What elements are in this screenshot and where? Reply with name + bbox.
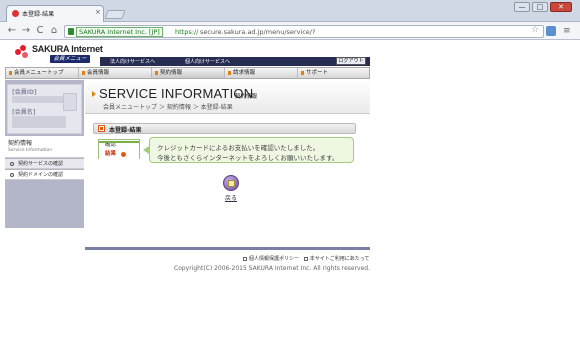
- section-title: 本登録-結果: [109, 127, 142, 134]
- arrow-icon: [82, 71, 85, 75]
- member-id-label: [会員ID]: [12, 89, 37, 96]
- section-header: 本登録-結果: [93, 123, 356, 134]
- page-header: SERVICE INFORMATION 契約情報 会員メニュートップ ＞ 契約情…: [85, 80, 370, 114]
- logout-button[interactable]: ログアウト: [336, 57, 366, 65]
- member-id-value: [12, 96, 66, 103]
- link-square-icon: [243, 256, 247, 261]
- browser-menu-icon[interactable]: ≡: [563, 26, 571, 36]
- page-title: SERVICE INFORMATION: [99, 86, 254, 101]
- step-result: 結果: [99, 150, 139, 159]
- url-text: secure.sakura.ad.jp/menu/service/?: [200, 28, 316, 36]
- browser-titlebar: 本登録-結果 × — □ ✕: [0, 0, 580, 22]
- current-step-icon: [121, 152, 126, 157]
- step-confirm: 確認: [99, 141, 139, 150]
- back-button[interactable]: 戻る: [222, 175, 242, 205]
- sidebar-item-contract-domains[interactable]: 契約ドメインの確認: [5, 170, 84, 180]
- favicon-icon: [12, 10, 19, 17]
- arrow-icon: [301, 71, 304, 75]
- ev-certificate-badge[interactable]: SAKURA Internet Inc. [JP]: [76, 27, 163, 37]
- url-scheme: https://: [175, 28, 199, 36]
- page-title-sub: 契約情報: [235, 94, 258, 100]
- member-name-label: [会員名]: [12, 109, 36, 116]
- breadcrumb: 会員メニュートップ ＞ 契約情報 ＞ 本登録-結果: [103, 104, 233, 111]
- main-content: SERVICE INFORMATION 契約情報 会員メニュートップ ＞ 契約情…: [85, 80, 370, 247]
- top-bar: 法人向けサービスへ 個人向けサービスへ ログアウト: [100, 57, 370, 66]
- tab-close-icon[interactable]: ×: [95, 8, 101, 16]
- step-indicator: 確認 結果: [98, 139, 140, 159]
- avatar: [63, 93, 77, 111]
- message-line: クレジットカードによるお支払いを確認いたしました。: [157, 144, 320, 152]
- bookmark-star-icon[interactable]: ☆: [531, 25, 539, 35]
- tab-title: 本登録-結果: [22, 11, 55, 18]
- back-arrow-icon[interactable]: ←: [6, 25, 18, 37]
- address-bar[interactable]: SAKURA Internet Inc. [JP] https:// secur…: [64, 25, 544, 38]
- browser-tab[interactable]: 本登録-結果 ×: [6, 5, 104, 22]
- corporate-services-link[interactable]: 法人向けサービスへ: [110, 58, 155, 65]
- lock-icon: [68, 28, 74, 35]
- sidebar-section-contract[interactable]: 契約情報 Service Information: [5, 136, 84, 158]
- bullet-icon: [10, 173, 14, 177]
- member-card: [会員ID] [会員名]: [7, 84, 82, 134]
- close-window-button[interactable]: ✕: [550, 2, 572, 12]
- main-nav: 会員メニュートップ 会員情報 契約情報 請求情報 サポート: [5, 67, 370, 79]
- back-document-icon: [223, 175, 239, 191]
- sidebar-section-subtitle: Service Information: [8, 148, 53, 153]
- arrow-icon: [228, 71, 231, 75]
- footer-links: 個人情報保護ポリシー 本サイトご利用にあたって: [243, 255, 370, 262]
- footer-bar: [85, 247, 370, 250]
- new-tab-button[interactable]: [104, 10, 126, 19]
- link-square-icon: [303, 256, 308, 261]
- forward-arrow-icon[interactable]: →: [20, 25, 32, 37]
- personal-services-link[interactable]: 個人向けサービスへ: [185, 58, 230, 65]
- member-name-value: [12, 116, 66, 128]
- nav-contract-info[interactable]: 契約情報: [152, 68, 225, 78]
- section-square-icon: [98, 125, 105, 132]
- sakura-mark-icon: [15, 45, 29, 59]
- privacy-policy-link[interactable]: 個人情報保護ポリシー: [249, 256, 299, 262]
- sidebar-item-contract-services[interactable]: 契約サービスの確認: [5, 159, 84, 169]
- reload-icon[interactable]: C: [34, 25, 46, 37]
- sidebar: [会員ID] [会員名] 契約情報 Service Information 契約…: [5, 80, 84, 228]
- nav-member-info[interactable]: 会員情報: [79, 68, 152, 78]
- header-triangle-icon: [92, 91, 96, 97]
- browser-toolbar: ← → C ⌂ SAKURA Internet Inc. [JP] https:…: [0, 22, 580, 40]
- extension-icon[interactable]: [546, 26, 556, 36]
- bullet-icon: [10, 162, 14, 166]
- maximize-button[interactable]: □: [532, 2, 548, 12]
- sidebar-section-title: 契約情報: [8, 140, 33, 147]
- arrow-icon: [9, 71, 12, 75]
- copyright-text: Copyright(C) 2006-2015 SAKURA Internet I…: [174, 265, 370, 272]
- home-icon[interactable]: ⌂: [48, 25, 60, 37]
- nav-support[interactable]: サポート: [298, 68, 371, 78]
- back-link[interactable]: 戻る: [225, 193, 237, 202]
- logo-subtitle: 会員メニュー: [50, 55, 90, 63]
- nav-billing-info[interactable]: 請求情報: [225, 68, 298, 78]
- nav-member-top[interactable]: 会員メニュートップ: [6, 68, 79, 78]
- terms-of-use-link[interactable]: 本サイトご利用にあたって: [310, 256, 370, 262]
- minimize-button[interactable]: —: [514, 2, 530, 12]
- logo-name: SAKURA Internet: [32, 44, 103, 54]
- web-page: SAKURA Internet 会員メニュー 法人向けサービスへ 個人向けサービ…: [0, 41, 580, 360]
- message-line: 今後ともさくらインターネットをよろしくお願いいたします。: [157, 154, 339, 162]
- result-message-box: クレジットカードによるお支払いを確認いたしました。 今後ともさくらインターネット…: [149, 137, 354, 163]
- arrow-icon: [155, 71, 158, 75]
